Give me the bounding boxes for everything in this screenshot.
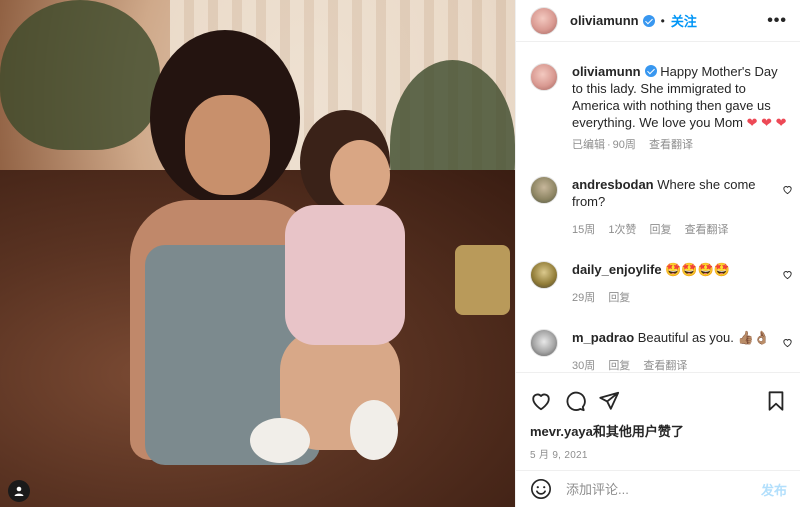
- comment-like-heart-icon[interactable]: [782, 269, 793, 280]
- verified-badge-icon: [644, 65, 657, 77]
- edited-label: 已编辑: [572, 139, 605, 151]
- likes-others[interactable]: 和其他用户赞了: [593, 424, 684, 439]
- post-actions: mevr.yaya和其他用户赞了 5 月 9, 2021: [516, 372, 800, 461]
- caption-body: oliviamunn Happy Mother's Day to this la…: [572, 63, 787, 154]
- photo-basket: [455, 245, 510, 315]
- comment-body: daily_enjoylife 🤩🤩🤩🤩 29周 回复: [572, 261, 787, 307]
- comment-meta: 29周 回复: [572, 290, 787, 307]
- add-comment-bar: 发布: [516, 470, 800, 507]
- photo-baby-shoe-left: [250, 418, 310, 463]
- comment-item: daily_enjoylife 🤩🤩🤩🤩 29周 回复: [516, 261, 800, 307]
- follow-button[interactable]: 关注: [671, 11, 697, 30]
- emoji-icon[interactable]: [530, 478, 552, 500]
- post-photo[interactable]: [0, 0, 515, 507]
- reply-button[interactable]: 回复: [608, 360, 630, 372]
- header-separator: •: [660, 13, 665, 28]
- caption-age[interactable]: 90周: [613, 139, 636, 151]
- comment-item: m_padrao Beautiful as you. 👍🏽👌🏽 30周 回复 查…: [516, 329, 800, 373]
- comment-age[interactable]: 15周: [572, 224, 595, 236]
- post-caption: oliviamunn Happy Mother's Day to this la…: [516, 43, 800, 154]
- translate-link[interactable]: 查看翻译: [643, 360, 687, 372]
- commenter-avatar[interactable]: [530, 261, 558, 289]
- comment-input[interactable]: [566, 481, 746, 497]
- comment-age[interactable]: 29周: [572, 292, 595, 304]
- share-icon[interactable]: [598, 390, 620, 412]
- user-tag-icon[interactable]: [8, 480, 30, 502]
- comment-like-count[interactable]: 1次赞: [608, 224, 636, 236]
- comment-age[interactable]: 30周: [572, 360, 595, 372]
- commenter-username[interactable]: andresbodan: [572, 177, 654, 192]
- comment-like-heart-icon[interactable]: [782, 184, 793, 195]
- comment-body: andresbodan Where she come from? 15周 1次赞…: [572, 176, 787, 239]
- heart-icon[interactable]: [530, 390, 552, 412]
- comment-meta: 15周 1次赞 回复 查看翻译: [572, 222, 787, 239]
- caption-translate-link[interactable]: 查看翻译: [649, 139, 693, 151]
- post-date[interactable]: 5 月 9, 2021: [516, 440, 800, 461]
- comment-like-heart-icon[interactable]: [782, 337, 793, 348]
- translate-link[interactable]: 查看翻译: [685, 224, 729, 236]
- verified-badge-icon: [642, 14, 655, 27]
- reply-button[interactable]: 回复: [608, 292, 630, 304]
- bookmark-icon[interactable]: [765, 390, 787, 412]
- comment-text: Beautiful as you. 👍🏽👌🏽: [637, 330, 770, 345]
- more-options-icon[interactable]: •••: [767, 12, 787, 30]
- reply-button[interactable]: 回复: [650, 224, 672, 236]
- author-username[interactable]: oliviamunn: [570, 13, 639, 28]
- photo-baby-dress: [285, 205, 405, 345]
- author-avatar[interactable]: [530, 6, 558, 35]
- action-bar: [516, 373, 800, 417]
- photo-baby-face: [330, 140, 390, 210]
- comment-icon[interactable]: [564, 390, 586, 412]
- photo-baby-shoe-right: [350, 400, 398, 460]
- comment-text: 🤩🤩🤩🤩: [665, 262, 730, 277]
- likes-summary: mevr.yaya和其他用户赞了: [516, 417, 800, 440]
- caption-hearts: ❤ ❤ ❤: [746, 115, 787, 130]
- caption-avatar[interactable]: [530, 63, 558, 91]
- caption-username[interactable]: oliviamunn: [572, 64, 641, 79]
- meta-separator: ·: [607, 139, 611, 151]
- post-header: oliviamunn • 关注 •••: [516, 0, 800, 42]
- comment-body: m_padrao Beautiful as you. 👍🏽👌🏽 30周 回复 查…: [572, 329, 787, 373]
- commenter-avatar[interactable]: [530, 176, 558, 204]
- post-comment-button[interactable]: 发布: [761, 480, 787, 499]
- comment-item: andresbodan Where she come from? 15周 1次赞…: [516, 176, 800, 239]
- commenter-avatar[interactable]: [530, 329, 558, 357]
- caption-meta: 已编辑 · 90周 查看翻译: [572, 137, 787, 154]
- commenter-username[interactable]: daily_enjoylife: [572, 262, 662, 277]
- photo-plant-left: [0, 0, 160, 150]
- commenter-username[interactable]: m_padrao: [572, 330, 634, 345]
- post-detail-panel: oliviamunn • 关注 ••• oliviamunn Happy Mot…: [515, 0, 800, 507]
- liker-username[interactable]: mevr.yaya: [530, 424, 593, 439]
- comments-list[interactable]: oliviamunn Happy Mother's Day to this la…: [516, 43, 800, 373]
- comment-meta: 30周 回复 查看翻译: [572, 358, 787, 373]
- photo-mother-face: [185, 95, 270, 195]
